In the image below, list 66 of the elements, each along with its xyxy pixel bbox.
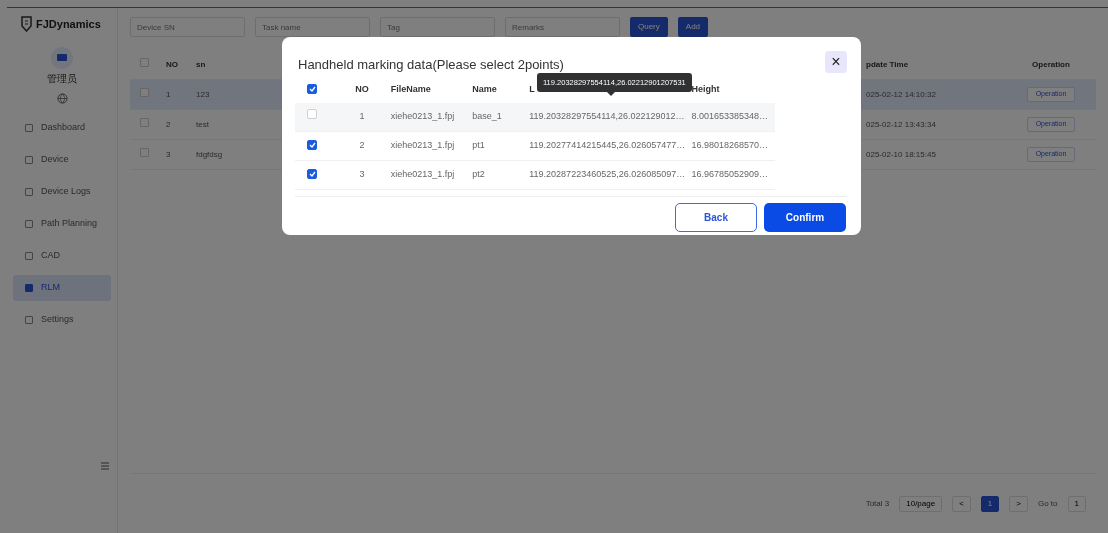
table-cell: 123 [196, 89, 210, 99]
row-checkbox[interactable] [307, 168, 317, 179]
table-cell: test [196, 119, 209, 129]
filter-button[interactable]: Query [630, 17, 668, 37]
prev-page-button[interactable]: < [952, 495, 971, 512]
column-header: L [529, 83, 535, 94]
next-page-button[interactable]: > [1009, 495, 1028, 512]
row-checkbox[interactable] [307, 139, 317, 150]
avatar [51, 46, 73, 69]
table-cell: 119.20287223460525,26.026085097… [529, 168, 686, 179]
table-cell: base_1 [472, 110, 502, 121]
goto-field[interactable]: 1 [1067, 495, 1086, 512]
table-cell: 3 [166, 149, 171, 159]
table-cell: 025-02-10 18:15:45 [866, 149, 936, 159]
table-cell: 8.001653385348… [691, 110, 769, 121]
filter-button[interactable]: Add [677, 17, 709, 37]
table-cell: 2 [359, 139, 365, 150]
filter-field[interactable]: Device SN [130, 17, 245, 37]
column-header: NO [355, 83, 369, 94]
sidebar-item[interactable]: Dashboard [13, 115, 111, 141]
table-cell: 025-02-12 14:10:32 [866, 89, 936, 99]
table-cell: pt1 [472, 139, 485, 150]
sidebar-item[interactable]: Settings [13, 307, 111, 333]
table-cell: 16.98018268570… [691, 139, 769, 150]
sidebar-item[interactable]: CAD [13, 243, 111, 269]
column-header: NO [166, 59, 178, 69]
logo-text: FJDynamics [36, 17, 101, 32]
table-cell: 3 [359, 168, 365, 179]
table-cell: 025-02-12 13:43:34 [866, 119, 936, 129]
column-header: FileName [390, 83, 431, 94]
confirm-button[interactable]: Confirm [764, 202, 846, 232]
filter-field[interactable]: Tag [380, 17, 495, 37]
sidebar-item[interactable]: Path Planning [13, 211, 111, 237]
column-header: Height [691, 83, 720, 94]
filter-field[interactable]: Remarks [505, 17, 620, 37]
table-cell: fdgfdsg [196, 149, 223, 159]
shield-logo-icon [21, 16, 32, 33]
select-all-checkbox[interactable] [307, 83, 317, 94]
table-cell: 1 [359, 110, 365, 121]
table-cell: 2 [166, 119, 171, 129]
close-button[interactable]: × [825, 51, 847, 73]
table-cell: 119.20277414215445,26.026057477… [529, 139, 686, 150]
column-header: Operation [1032, 59, 1070, 69]
globe-icon[interactable] [56, 93, 68, 105]
sidebar-item[interactable]: Device [13, 147, 111, 173]
collapse-icon[interactable] [101, 461, 109, 470]
user-name: 管理员 [46, 71, 78, 86]
column-header: Name [472, 83, 497, 94]
back-button[interactable]: Back [675, 202, 757, 232]
page-size-select[interactable]: 10/page [899, 495, 943, 512]
table-cell: xiehe0213_1.fpj [390, 168, 455, 179]
column-header: pdate Time [866, 59, 909, 69]
sidebar-item[interactable]: Device Logs [13, 179, 111, 205]
page-number[interactable]: 1 [980, 495, 1000, 512]
table-cell: 16.96785052909… [691, 168, 769, 179]
table-cell: pt2 [472, 168, 485, 179]
sidebar-item[interactable]: RLM [13, 275, 111, 301]
table-cell: 1 [166, 89, 171, 99]
table-cell: xiehe0213_1.fpj [390, 139, 455, 150]
table-cell: 119.20328297554114,26.022129012… [529, 110, 685, 121]
total-count: Total 3 [865, 497, 890, 510]
filter-field[interactable]: Task name [255, 17, 370, 37]
dialog-title: Handheld marking data(Please select 2points) [298, 56, 564, 74]
table-cell: xiehe0213_1.fpj [390, 110, 455, 121]
column-header: sn [196, 59, 206, 69]
goto-label: Go to [1037, 497, 1058, 510]
